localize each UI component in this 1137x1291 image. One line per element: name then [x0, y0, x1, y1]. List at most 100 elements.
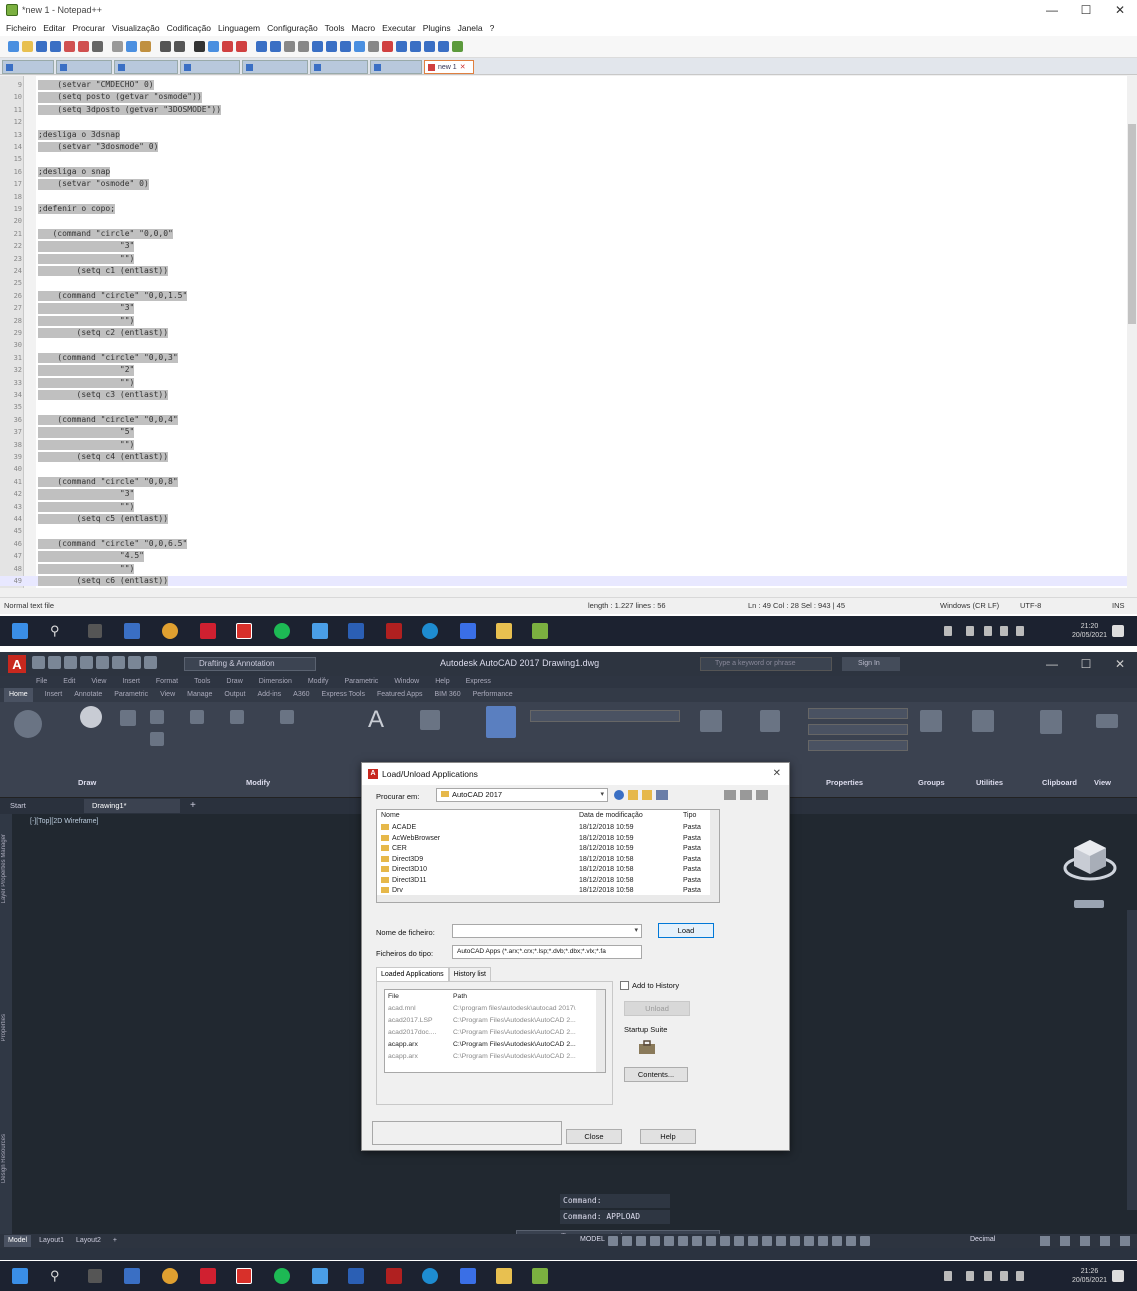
- spotify-icon[interactable]: [274, 623, 290, 639]
- acmenu-draw[interactable]: Draw: [226, 676, 242, 688]
- code-line[interactable]: 20: [0, 216, 1127, 226]
- auto-scale-icon[interactable]: [818, 1236, 828, 1246]
- save-icon[interactable]: [36, 41, 47, 52]
- acad-minimize-button[interactable]: —: [1035, 654, 1069, 674]
- tab-loaded-applications[interactable]: Loaded Applications: [376, 967, 449, 981]
- units-selector[interactable]: Decimal: [970, 1236, 995, 1243]
- people-icon[interactable]: [944, 1271, 952, 1281]
- notepadpp-taskbar-icon[interactable]: [532, 623, 548, 639]
- redo-icon[interactable]: [174, 41, 185, 52]
- tab-drawing1[interactable]: Drawing1*: [84, 799, 180, 813]
- edge-icon[interactable]: [422, 623, 438, 639]
- file-explorer-icon[interactable]: [124, 1268, 140, 1284]
- loaded-applications-list[interactable]: File Path acad.mnl C:\program files\autod…: [384, 989, 606, 1073]
- file-explorer-icon[interactable]: [124, 623, 140, 639]
- filetype-dropdown[interactable]: AutoCAD Apps (*.arx;*.crx;*.lsp;*.dvb;*.…: [452, 945, 642, 959]
- ribbon-tab-view[interactable]: View: [160, 688, 175, 702]
- lock-ui-icon[interactable]: [1060, 1236, 1070, 1246]
- add-layout-button[interactable]: +: [109, 1235, 121, 1247]
- acad-maximize-button[interactable]: ☐: [1069, 654, 1103, 674]
- file-tab-2[interactable]: [56, 60, 112, 74]
- store-icon[interactable]: [460, 623, 476, 639]
- tab-close-icon[interactable]: ✕: [460, 63, 466, 71]
- print-icon[interactable]: [92, 41, 103, 52]
- edge-icon[interactable]: [422, 1268, 438, 1284]
- layer-properties-palette[interactable]: Layer Properties Manager: [1, 834, 7, 903]
- folder-icon[interactable]: [496, 1268, 512, 1284]
- maximize-button[interactable]: ☐: [1069, 0, 1103, 20]
- udl-icon[interactable]: [326, 41, 337, 52]
- code-line[interactable]: 49 (setq c6 (entlast)): [0, 576, 1127, 587]
- word-icon[interactable]: [348, 623, 364, 639]
- scrollbar-thumb[interactable]: [1128, 124, 1136, 324]
- open-file-icon[interactable]: [22, 41, 33, 52]
- ribbon-tab-featured-apps[interactable]: Featured Apps: [377, 688, 423, 702]
- loaded-app-row[interactable]: acapp.arx C:\Program Files\Autodesk\AutoC…: [385, 1039, 605, 1050]
- qat-redo-icon[interactable]: [128, 656, 141, 669]
- code-line[interactable]: 33 ""): [0, 377, 1127, 388]
- cut-icon[interactable]: [112, 41, 123, 52]
- workspace-switch-icon[interactable]: [846, 1236, 856, 1246]
- code-line[interactable]: 42 "3": [0, 489, 1127, 500]
- code-line[interactable]: 39 (setq c4 (entlast)): [0, 452, 1127, 463]
- acmenu-insert[interactable]: Insert: [122, 676, 140, 688]
- code-line[interactable]: 12: [0, 117, 1127, 127]
- todo-icon[interactable]: [312, 623, 328, 639]
- code-line[interactable]: 38 ""): [0, 439, 1127, 450]
- minimize-button[interactable]: —: [1035, 0, 1069, 20]
- panel-modify-label[interactable]: Modify: [246, 778, 270, 787]
- spotify-icon[interactable]: [274, 1268, 290, 1284]
- code-line[interactable]: 47 "4.5": [0, 551, 1127, 562]
- tab-history-list[interactable]: History list: [448, 967, 491, 981]
- mirror-icon[interactable]: [230, 710, 244, 724]
- run-macro-icon[interactable]: [424, 41, 435, 52]
- network-icon[interactable]: [984, 1271, 992, 1281]
- battery-icon[interactable]: [1016, 626, 1024, 636]
- code-line[interactable]: 32 "2": [0, 365, 1127, 376]
- rotate-icon[interactable]: [190, 710, 204, 724]
- trim-icon[interactable]: [280, 710, 294, 724]
- arc-tool-icon[interactable]: [120, 710, 136, 726]
- col-date[interactable]: Data de modificação: [579, 811, 643, 822]
- search-icon[interactable]: ⚲: [50, 623, 66, 639]
- pdf-app-icon[interactable]: [200, 1268, 216, 1284]
- views-icon[interactable]: [656, 790, 668, 800]
- tools-icon[interactable]: [756, 790, 768, 800]
- new-folder-icon[interactable]: [642, 790, 652, 800]
- network-icon[interactable]: [984, 626, 992, 636]
- insert-block-icon[interactable]: [700, 710, 722, 732]
- autocad-taskbar-icon[interactable]: [236, 623, 252, 639]
- text-tool-icon[interactable]: A: [368, 706, 384, 734]
- linetype-dropdown[interactable]: [808, 740, 908, 751]
- menu-linguagem[interactable]: Linguagem: [218, 23, 260, 33]
- ribbon-tab-bim360[interactable]: BIM 360: [435, 688, 461, 702]
- app-icon[interactable]: [386, 1268, 402, 1284]
- menu-tools[interactable]: Tools: [325, 23, 345, 33]
- code-line[interactable]: 40: [0, 464, 1127, 474]
- record-macro-icon[interactable]: [382, 41, 393, 52]
- paste-icon[interactable]: [140, 41, 151, 52]
- dimension-icon[interactable]: [420, 710, 440, 730]
- code-line[interactable]: 19 ;defenir o copo;: [0, 204, 1127, 215]
- loaded-app-row[interactable]: acapp.arx C:\Program Files\Autodesk\AutoC…: [385, 1051, 605, 1062]
- replace-icon[interactable]: [208, 41, 219, 52]
- code-line[interactable]: 16 ;desliga o snap: [0, 166, 1127, 178]
- start-icon[interactable]: [12, 1268, 28, 1284]
- qat-save-icon[interactable]: [64, 656, 77, 669]
- col-file[interactable]: File: [388, 991, 399, 1002]
- osnap-icon[interactable]: [692, 1236, 702, 1246]
- file-list-hscrollbar[interactable]: [377, 895, 712, 902]
- panel-clipboard-label[interactable]: Clipboard: [1042, 778, 1077, 787]
- code-line[interactable]: 37 "5": [0, 427, 1127, 438]
- ribbon-tab-addins[interactable]: Add-ins: [257, 688, 281, 702]
- menu-help[interactable]: ?: [490, 23, 495, 33]
- acmenu-express[interactable]: Express: [466, 676, 491, 688]
- file-row[interactable]: CER 18/12/2018 10:59 Pasta: [377, 844, 719, 855]
- battery-icon[interactable]: [1016, 1271, 1024, 1281]
- keyword-search-input[interactable]: Type a keyword or phrase: [700, 657, 832, 671]
- volume-icon[interactable]: [1000, 1271, 1008, 1281]
- menu-configuracao[interactable]: Configuração: [267, 23, 318, 33]
- match-properties-icon[interactable]: [760, 710, 780, 732]
- spellcheck-icon[interactable]: [452, 41, 463, 52]
- play-macro-icon[interactable]: [410, 41, 421, 52]
